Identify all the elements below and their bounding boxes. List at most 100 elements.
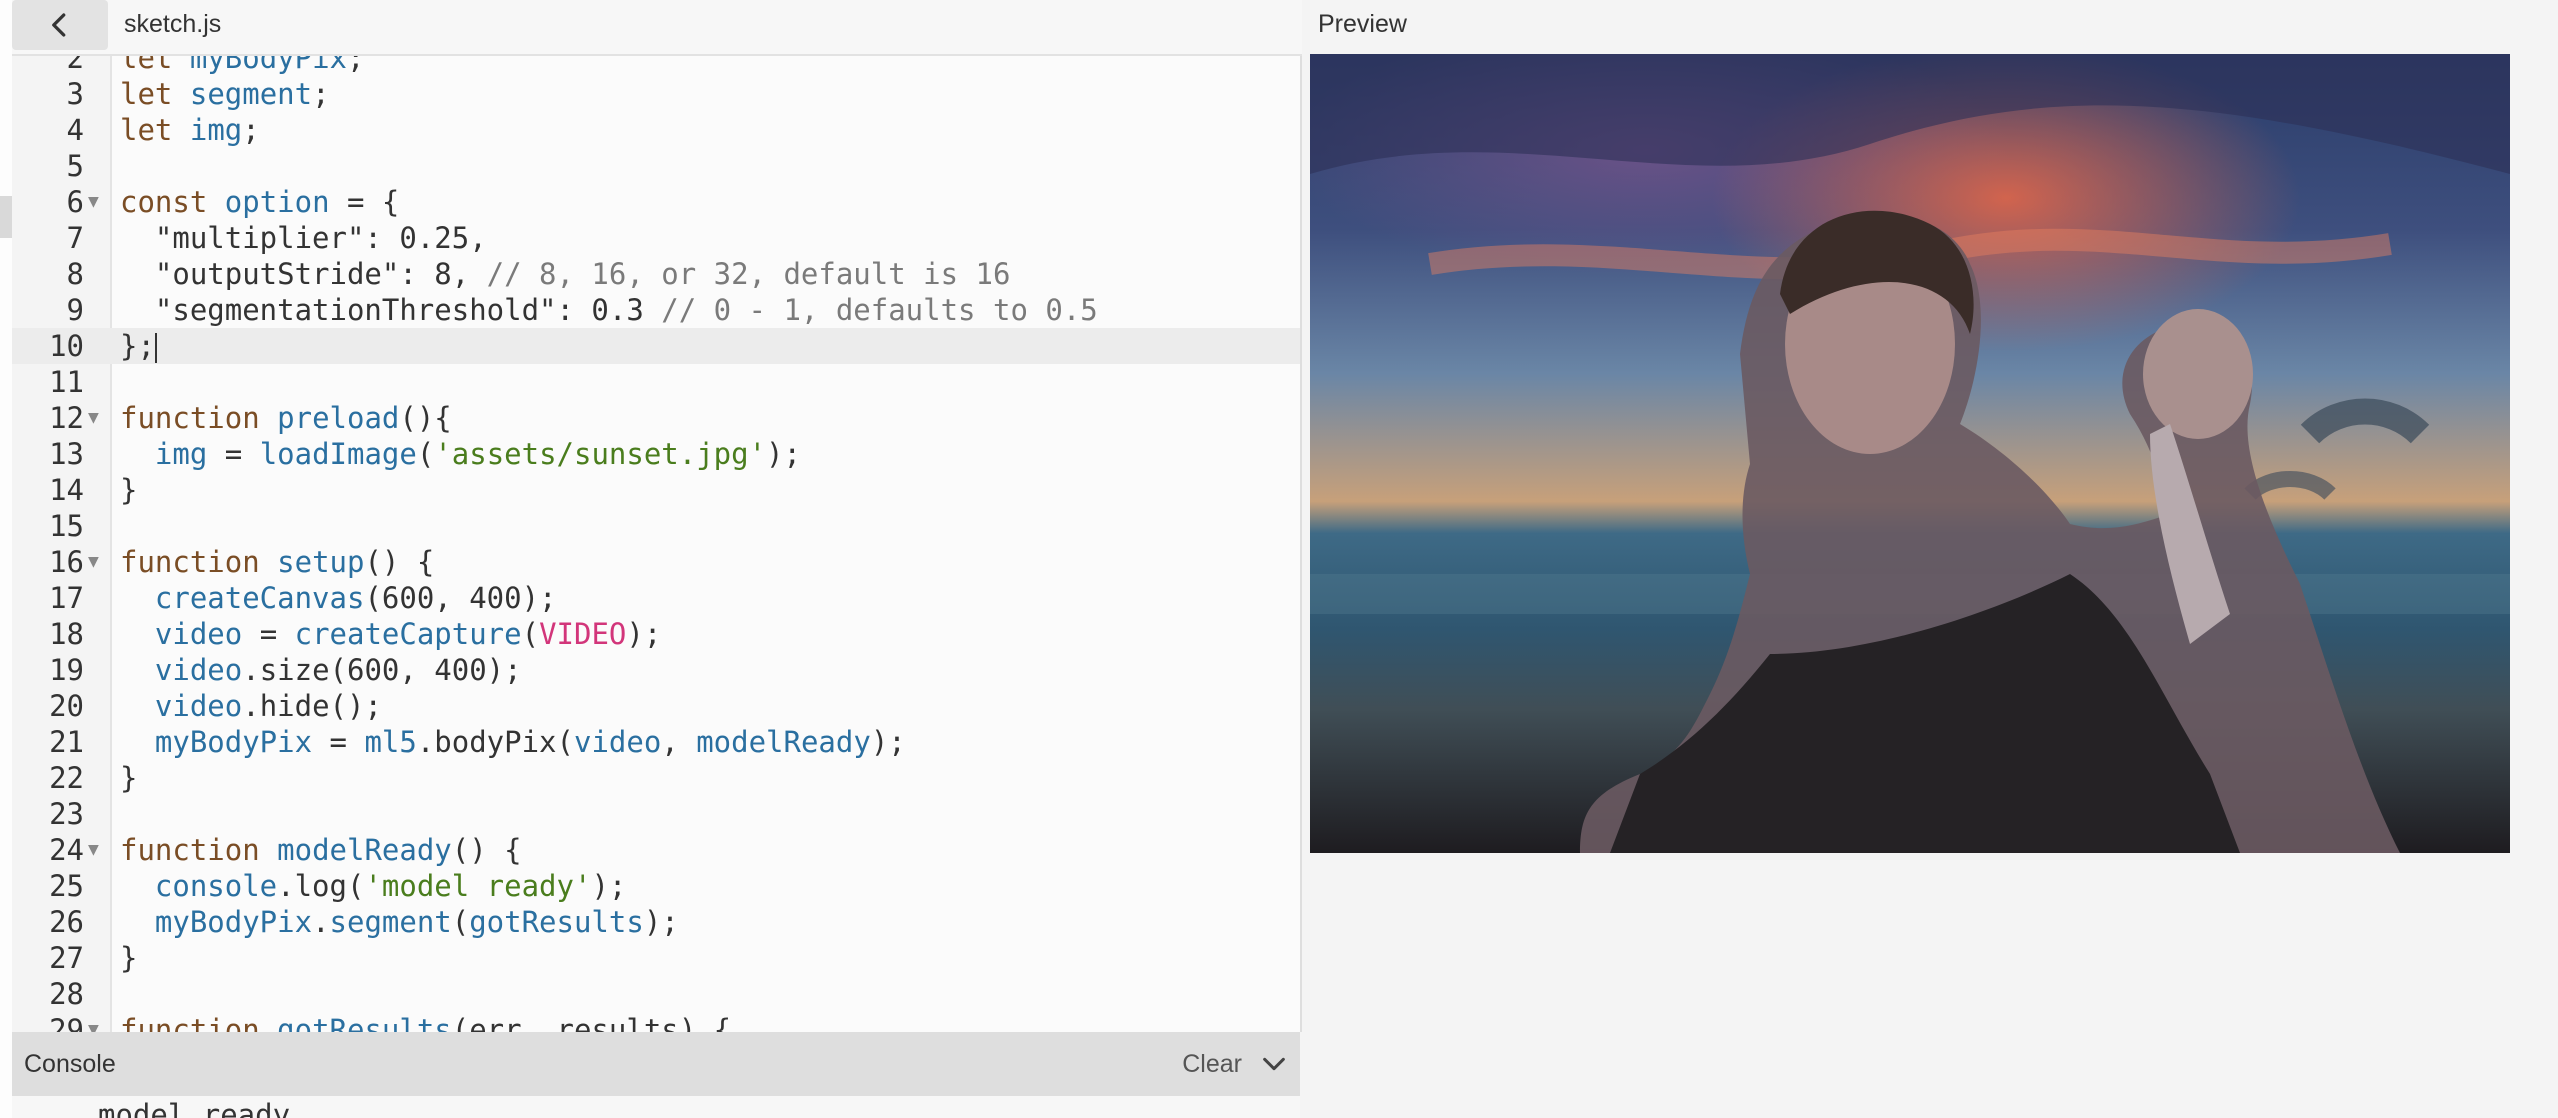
line-number: 6 <box>66 185 84 219</box>
line-number: 27 <box>49 941 84 975</box>
console-header: Console Clear <box>12 1032 1300 1096</box>
line-number: 19 <box>49 653 84 687</box>
code-text: video.hide(); <box>154 689 382 723</box>
preview-label: Preview <box>1318 10 1407 38</box>
line-number: 10 <box>49 329 84 363</box>
code-line[interactable]: 9 "segmentationThreshold": 0.3 // 0 - 1,… <box>12 292 1300 328</box>
code-line[interactable]: 3 let segment; <box>12 76 1300 112</box>
console-clear-button[interactable]: Clear <box>1182 1050 1242 1079</box>
console-message: model ready <box>98 1098 291 1118</box>
line-number: 26 <box>49 905 84 939</box>
code-text: } <box>120 473 138 507</box>
text-cursor <box>154 333 157 363</box>
code-line[interactable]: 28 <box>12 976 1300 1012</box>
line-number: 8 <box>66 257 84 291</box>
code-line[interactable]: 24 ▼ function modelReady() { <box>12 832 1300 868</box>
code-text: myBodyPix.segment(gotResults); <box>154 905 679 939</box>
code-text: } <box>120 761 138 795</box>
code-text: video.size(600, 400); <box>154 653 522 687</box>
code-text: } <box>120 941 138 975</box>
code-text: }; <box>120 329 157 363</box>
code-text: "segmentationThreshold": 0.3 // 0 - 1, d… <box>120 293 1098 327</box>
code-line[interactable]: 7 "multiplier": 0.25, <box>12 220 1300 256</box>
code-lines[interactable]: 2 let myBodyPix; 3 let segment; 4 let img; 5 6 ▼… <box>12 56 1300 1032</box>
code-line[interactable]: 16 ▼ function setup() { <box>12 544 1300 580</box>
code-text: function gotResults(err, results) { <box>120 1013 732 1032</box>
line-number: 3 <box>66 77 84 111</box>
code-text: function setup() { <box>120 545 435 579</box>
code-text: console.log('model ready'); <box>154 869 627 903</box>
line-number: 24 <box>49 833 84 867</box>
code-line[interactable]: 21 myBodyPix = ml5.bodyPix(video, modelR… <box>12 724 1300 760</box>
code-line[interactable]: 15 <box>12 508 1300 544</box>
console-title: Console <box>24 1050 116 1078</box>
code-text: let img; <box>120 113 260 147</box>
code-line[interactable]: 14} <box>12 472 1300 508</box>
code-line[interactable]: 25 console.log('model ready'); <box>12 868 1300 904</box>
code-text: const option = { <box>120 185 400 219</box>
code-line[interactable]: 26 myBodyPix.segment(gotResults); <box>12 904 1300 940</box>
code-line[interactable]: 12 ▼ function preload(){ <box>12 400 1300 436</box>
code-line[interactable]: 27} <box>12 940 1300 976</box>
code-text: function modelReady() { <box>120 833 522 867</box>
code-text: function preload(){ <box>120 401 452 435</box>
line-number: 28 <box>49 977 84 1011</box>
code-text: "outputStride": 8, // 8, 16, or 32, defa… <box>120 257 1011 291</box>
code-line[interactable]: 13 img = loadImage('assets/sunset.jpg'); <box>12 436 1300 472</box>
preview-canvas[interactable] <box>1310 54 2510 853</box>
line-number: 25 <box>49 869 84 903</box>
chevron-left-icon <box>52 13 66 37</box>
line-number: 17 <box>49 581 84 615</box>
code-line[interactable]: 29 ▼ function gotResults(err, results) { <box>12 1012 1300 1032</box>
fold-triangle-icon[interactable]: ▼ <box>88 184 99 220</box>
file-name[interactable]: sketch.js <box>124 10 221 39</box>
line-number: 13 <box>49 437 84 471</box>
file-header: sketch.js <box>12 0 1302 56</box>
fold-triangle-icon[interactable]: ▼ <box>88 400 99 436</box>
line-number: 29 <box>49 1013 84 1032</box>
code-line[interactable]: 17 createCanvas(600, 400); <box>12 580 1300 616</box>
code-line[interactable]: 10}; <box>12 328 1300 364</box>
fold-triangle-icon[interactable]: ▼ <box>88 1012 99 1032</box>
code-text: "multiplier": 0.25, <box>120 221 487 255</box>
line-number: 2 <box>66 56 84 75</box>
line-number: 9 <box>66 293 84 327</box>
sidebar-marker <box>0 196 12 238</box>
code-text: let segment; <box>120 77 330 111</box>
code-editor[interactable]: 2 let myBodyPix; 3 let segment; 4 let img; 5 6 ▼… <box>12 56 1302 1032</box>
line-number: 20 <box>49 689 84 723</box>
line-number: 18 <box>49 617 84 651</box>
line-number: 11 <box>49 365 84 399</box>
code-line[interactable]: 19 video.size(600, 400); <box>12 652 1300 688</box>
fold-triangle-icon[interactable]: ▼ <box>88 544 99 580</box>
code-line[interactable]: 18 video = createCapture(VIDEO); <box>12 616 1300 652</box>
line-number: 16 <box>49 545 84 579</box>
code-line[interactable]: 11 <box>12 364 1300 400</box>
line-number: 4 <box>66 113 84 147</box>
code-line[interactable]: 4 let img; <box>12 112 1300 148</box>
code-text: video = createCapture(VIDEO); <box>154 617 662 651</box>
line-number: 15 <box>49 509 84 543</box>
code-line[interactable]: 8 "outputStride": 8, // 8, 16, or 32, de… <box>12 256 1300 292</box>
code-line[interactable]: 5 <box>12 148 1300 184</box>
line-number: 5 <box>66 149 84 183</box>
code-line[interactable]: 2 let myBodyPix; <box>12 56 1300 76</box>
segmented-person-image <box>1310 54 2510 853</box>
line-number: 14 <box>49 473 84 507</box>
back-button[interactable] <box>12 0 108 50</box>
code-text: createCanvas(600, 400); <box>154 581 557 615</box>
line-number: 7 <box>66 221 84 255</box>
left-edge-strip <box>0 0 12 1118</box>
line-number: 21 <box>49 725 84 759</box>
console-output: model ready <box>12 1096 1300 1118</box>
line-number: 22 <box>49 761 84 795</box>
fold-triangle-icon[interactable]: ▼ <box>88 832 99 868</box>
code-line[interactable]: 23 <box>12 796 1300 832</box>
code-line[interactable]: 22} <box>12 760 1300 796</box>
code-text: img = loadImage('assets/sunset.jpg'); <box>154 437 801 471</box>
chevron-down-icon[interactable] <box>1260 1050 1288 1078</box>
code-text: myBodyPix = ml5.bodyPix(video, modelRead… <box>154 725 906 759</box>
line-number: 12 <box>49 401 84 435</box>
code-line[interactable]: 6 ▼ const option = { <box>12 184 1300 220</box>
code-line[interactable]: 20 video.hide(); <box>12 688 1300 724</box>
